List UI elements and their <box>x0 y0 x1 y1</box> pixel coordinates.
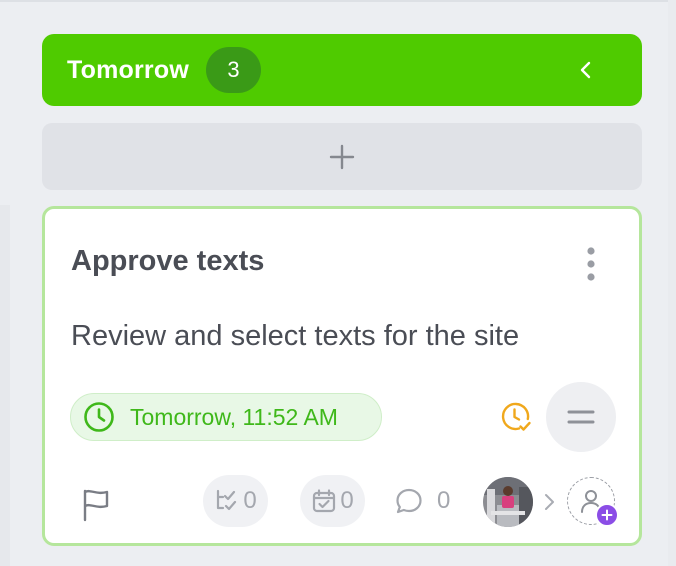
due-date-text: Tomorrow, 11:52 AM <box>130 403 338 430</box>
more-vertical-icon[interactable] <box>583 245 599 285</box>
adjacent-column-edge <box>0 205 10 566</box>
equals-icon <box>567 410 595 424</box>
checklist-button[interactable]: 0 <box>300 475 365 527</box>
add-task-button[interactable] <box>42 123 642 190</box>
plus-badge-icon <box>595 503 619 527</box>
top-divider <box>0 0 676 2</box>
task-count-badge: 3 <box>205 47 261 93</box>
subtasks-button[interactable]: 0 <box>203 475 268 527</box>
clock-icon <box>84 402 114 432</box>
column-header: Tomorrow 3 <box>42 34 642 106</box>
task-title: Approve texts <box>71 245 265 277</box>
column-title: Tomorrow <box>67 55 189 84</box>
clock-check-icon[interactable] <box>499 400 533 434</box>
task-card[interactable]: Approve texts Review and select texts fo… <box>42 206 642 546</box>
flag-icon[interactable] <box>81 488 111 522</box>
calendar-check-icon <box>313 489 336 513</box>
subtasks-count: 0 <box>243 487 257 514</box>
priority-button[interactable] <box>546 382 616 452</box>
checklist-count: 0 <box>340 487 354 514</box>
assignee-avatar[interactable] <box>483 477 533 527</box>
subtask-check-icon <box>217 489 237 511</box>
task-description: Review and select texts for the site <box>71 320 520 352</box>
chevron-left-icon[interactable] <box>574 58 598 82</box>
comments-count: 0 <box>437 487 451 514</box>
comments-button[interactable]: 0 <box>395 475 450 527</box>
plus-icon <box>329 144 355 169</box>
adjacent-column-edge-right <box>668 0 676 566</box>
chevron-right-icon <box>545 494 554 510</box>
comment-icon <box>396 488 422 514</box>
due-date-chip[interactable]: Tomorrow, 11:52 AM <box>70 393 382 441</box>
